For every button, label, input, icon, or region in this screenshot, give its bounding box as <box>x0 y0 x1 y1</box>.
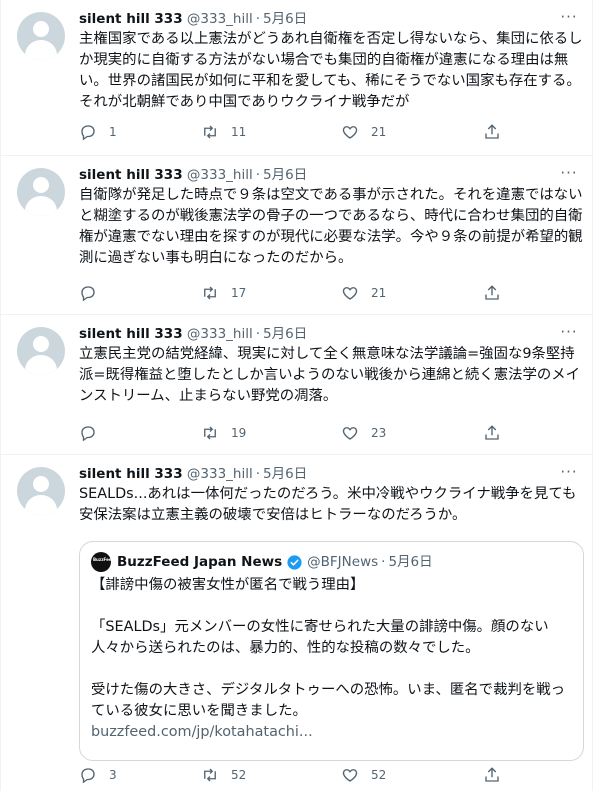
share-icon <box>485 124 499 139</box>
reply-button[interactable]: 3 <box>79 763 117 787</box>
quoted-tweet-header: BuzzFeed BuzzFeed Japan News @BFJNews · 5月… <box>91 552 433 572</box>
reply-icon <box>81 286 95 302</box>
retweet-button[interactable]: 17 <box>201 281 246 305</box>
retweet-button[interactable]: 52 <box>201 763 246 787</box>
more-icon[interactable]: ··· <box>560 465 578 483</box>
tweet-actions: 1 11 21 <box>79 120 519 144</box>
timeline: silent hill 333 @333_hill · 5月6日 ··· 主権国家で… <box>0 0 593 791</box>
like-count: 21 <box>371 125 387 139</box>
retweet-icon <box>204 125 216 139</box>
share-button[interactable] <box>483 763 501 787</box>
tweet-date[interactable]: 5月6日 <box>263 466 307 482</box>
share-button[interactable] <box>483 281 501 305</box>
tweet-header: silent hill 333 @333_hill · 5月6日 <box>79 9 552 29</box>
quoted-avatar[interactable]: BuzzFeed <box>91 552 115 572</box>
quoted-line-1: 【誹謗中傷の被害女性が匿名で戦う理由】 <box>91 577 365 593</box>
tweet-actions: 19 23 <box>79 421 519 445</box>
reply-button[interactable]: 1 <box>79 120 117 144</box>
retweet-icon <box>204 286 216 300</box>
like-icon <box>342 287 358 300</box>
quoted-line-3: 受けた傷の大きさ、デジタルタトゥーへの恐怖。いま、匿名で裁判を戦っている彼女に思… <box>91 682 566 719</box>
reply-button[interactable] <box>79 281 109 305</box>
more-icon[interactable]: ··· <box>560 10 578 28</box>
like-button[interactable]: 21 <box>341 120 386 144</box>
author-name[interactable]: silent hill 333 <box>79 326 183 342</box>
reply-button[interactable] <box>79 421 109 445</box>
author-name[interactable]: silent hill 333 <box>79 11 183 27</box>
reply-count: 3 <box>109 768 117 782</box>
tweet-text: 自衛隊が発足した時点で９条は空文である事が示された。それを違憲ではないと糊塗する… <box>79 187 583 266</box>
author-handle[interactable]: @333_hill <box>187 326 253 342</box>
tweet-header: silent hill 333 @333_hill · 5月6日 <box>79 165 552 185</box>
quoted-avatar-label: BuzzFeed <box>93 557 115 562</box>
like-count: 23 <box>371 426 387 440</box>
separator: · <box>255 11 261 27</box>
tweet-3[interactable]: silent hill 333 @333_hill · 5月6日 ··· 立憲民主党… <box>1 315 592 455</box>
more-icon[interactable]: ··· <box>560 166 578 184</box>
tweet-text: 主権国家である以上憲法がどうあれ自衛権を否定し得ないなら、集団に依るしか現実的に… <box>79 31 583 110</box>
avatar[interactable] <box>17 467 65 515</box>
retweet-count: 19 <box>231 426 247 440</box>
author-name[interactable]: silent hill 333 <box>79 466 183 482</box>
tweet-text: 立憲民主党の結党経緯、現実に対して全く無意味な法学議論=強固な9条堅持派=既得権… <box>79 346 581 404</box>
like-count: 21 <box>371 286 387 300</box>
quoted-tweet-text: 【誹謗中傷の被害女性が匿名で戦う理由】 「SEALDs」元メンバーの女性に寄せら… <box>91 575 576 743</box>
retweet-count: 11 <box>231 125 247 139</box>
quoted-link[interactable]: buzzfeed.com/jp/kotahatachi... <box>91 722 576 743</box>
tweet-date[interactable]: 5月6日 <box>263 11 307 27</box>
separator: · <box>255 167 261 183</box>
tweet-date[interactable]: 5月6日 <box>263 167 307 183</box>
quoted-tweet[interactable]: BuzzFeed BuzzFeed Japan News @BFJNews · 5月… <box>79 541 584 761</box>
tweet-header: silent hill 333 @333_hill · 5月6日 <box>79 324 552 344</box>
share-icon <box>485 767 499 782</box>
author-handle[interactable]: @333_hill <box>187 466 253 482</box>
share-button[interactable] <box>483 120 501 144</box>
tweet-text: SEALDs...あれは一体何だったのだろう。米中冷戦やウクライナ戦争を見ても安… <box>79 486 577 523</box>
reply-icon <box>81 125 95 141</box>
author-name[interactable]: silent hill 333 <box>79 167 183 183</box>
reply-count: 1 <box>109 125 117 139</box>
reply-icon <box>81 768 95 784</box>
tweet-2[interactable]: silent hill 333 @333_hill · 5月6日 ··· 自衛隊が発… <box>1 156 592 315</box>
retweet-icon <box>204 768 216 782</box>
author-handle[interactable]: @333_hill <box>187 11 253 27</box>
more-icon[interactable]: ··· <box>560 325 578 343</box>
quoted-line-2: 「SEALDs」元メンバーの女性に寄せられた大量の誹謗中傷。顔のない人々から送ら… <box>91 619 549 656</box>
like-icon <box>342 427 358 440</box>
tweet-date[interactable]: 5月6日 <box>263 326 307 342</box>
separator: · <box>255 326 261 342</box>
avatar[interactable] <box>17 12 65 60</box>
share-icon <box>485 425 499 440</box>
retweet-icon <box>204 426 216 440</box>
verified-icon <box>287 554 302 570</box>
tweet-header: silent hill 333 @333_hill · 5月6日 <box>79 464 552 484</box>
tweet-4[interactable]: silent hill 333 @333_hill · 5月6日 ··· SEALD… <box>1 455 592 791</box>
like-count: 52 <box>371 768 387 782</box>
retweet-count: 52 <box>231 768 247 782</box>
like-icon <box>342 769 358 782</box>
tweet-actions: 17 21 <box>79 281 519 305</box>
retweet-button[interactable]: 11 <box>201 120 246 144</box>
tweet-1[interactable]: silent hill 333 @333_hill · 5月6日 ··· 主権国家で… <box>1 0 592 156</box>
retweet-count: 17 <box>231 286 247 300</box>
share-icon <box>485 285 499 300</box>
avatar[interactable] <box>17 327 65 375</box>
separator: · <box>255 466 261 482</box>
like-button[interactable]: 23 <box>341 421 386 445</box>
reply-icon <box>81 426 95 442</box>
like-button[interactable]: 21 <box>341 281 386 305</box>
like-button[interactable]: 52 <box>341 763 386 787</box>
retweet-button[interactable]: 19 <box>201 421 246 445</box>
like-icon <box>342 126 358 139</box>
separator: · <box>381 554 386 570</box>
tweet-actions: 3 52 52 <box>79 763 519 787</box>
quoted-author-handle[interactable]: @BFJNews <box>307 552 378 572</box>
author-handle[interactable]: @333_hill <box>187 167 253 183</box>
avatar[interactable] <box>17 168 65 216</box>
share-button[interactable] <box>483 421 501 445</box>
quoted-tweet-date[interactable]: 5月6日 <box>388 552 432 572</box>
quoted-author-name[interactable]: BuzzFeed Japan News <box>117 552 282 572</box>
